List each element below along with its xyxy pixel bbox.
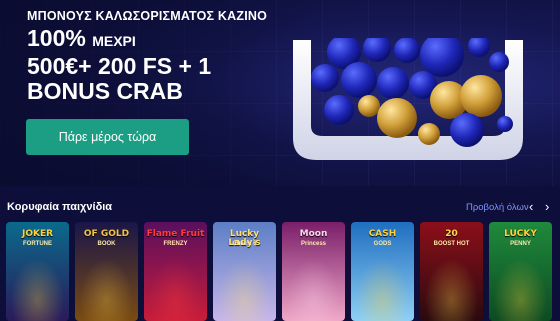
game-subtitle: Princess (300, 241, 327, 247)
game-tile[interactable]: OF GOLD BOOK (75, 222, 138, 321)
game-tile[interactable]: JOKER FORTUNE (6, 222, 69, 321)
game-subtitle: GODS (373, 241, 392, 247)
game-tile[interactable]: Lucky Lady's Charm 6 (213, 222, 276, 321)
join-now-button[interactable]: Πάρε μέρος τώρα (26, 119, 189, 155)
game-tile[interactable]: 20 BOOST HOT (420, 222, 483, 321)
game-title: CASH (368, 229, 397, 239)
game-art (144, 251, 207, 321)
headline-amount: 500€+ 200 FS + 1 (27, 53, 212, 79)
game-tile[interactable]: CASH GODS (351, 222, 414, 321)
game-subtitle: BOOST HOT (433, 241, 470, 247)
game-art (489, 251, 552, 321)
game-tile[interactable]: Moon Princess (282, 222, 345, 321)
games-carousel: JOKER FORTUNE OF GOLD BOOK Flame Fruit FREN… (6, 222, 552, 321)
bonus-kicker: ΜΠΟΝΟΥΣ ΚΑΛΩΣΟΡΙΣΜΑΤΟΣ ΚΑΖΙΝΟ (27, 9, 268, 23)
game-art (351, 251, 414, 321)
game-art (75, 251, 138, 321)
game-tile[interactable]: LUCKY PENNY (489, 222, 552, 321)
game-subtitle: PENNY (510, 241, 531, 247)
game-subtitle: FORTUNE (23, 241, 52, 247)
chevron-left-icon[interactable]: ‹ (529, 199, 533, 214)
bonus-headline: 100% ΜΕΧΡΙ 500€+ 200 FS + 1 BONUS CRAB (27, 26, 211, 104)
headline-bonus: BONUS CRAB (27, 78, 183, 104)
headline-percent: 100% (27, 25, 86, 51)
top-games-title: Κορυφαία παιχνίδια (7, 201, 113, 213)
game-art (420, 251, 483, 321)
game-title: JOKER (21, 229, 54, 239)
game-tile[interactable]: Flame Fruit FRENZY (144, 222, 207, 321)
game-subtitle: FRENZY (163, 241, 188, 247)
hero-banner: ΜΠΟΝΟΥΣ ΚΑΛΩΣΟΡΙΣΜΑΤΟΣ ΚΑΖΙΝΟ 100% ΜΕΧΡΙ… (0, 0, 560, 186)
game-title: Flame Fruit (146, 229, 205, 239)
game-art (6, 251, 69, 321)
chevron-right-icon[interactable]: › (545, 199, 549, 214)
game-art (213, 251, 276, 321)
game-subtitle: Charm 6 (232, 241, 257, 247)
game-title: OF GOLD (83, 229, 130, 239)
game-title: 20 (445, 229, 458, 239)
game-subtitle: BOOK (97, 241, 116, 247)
view-all-link[interactable]: Προβολή όλων (466, 202, 529, 213)
balls-tray-illustration (293, 38, 523, 160)
headline-upto: ΜΕΧΡΙ (92, 33, 136, 49)
game-art (282, 251, 345, 321)
game-title: LUCKY (504, 229, 537, 239)
game-title: Moon (299, 229, 328, 239)
